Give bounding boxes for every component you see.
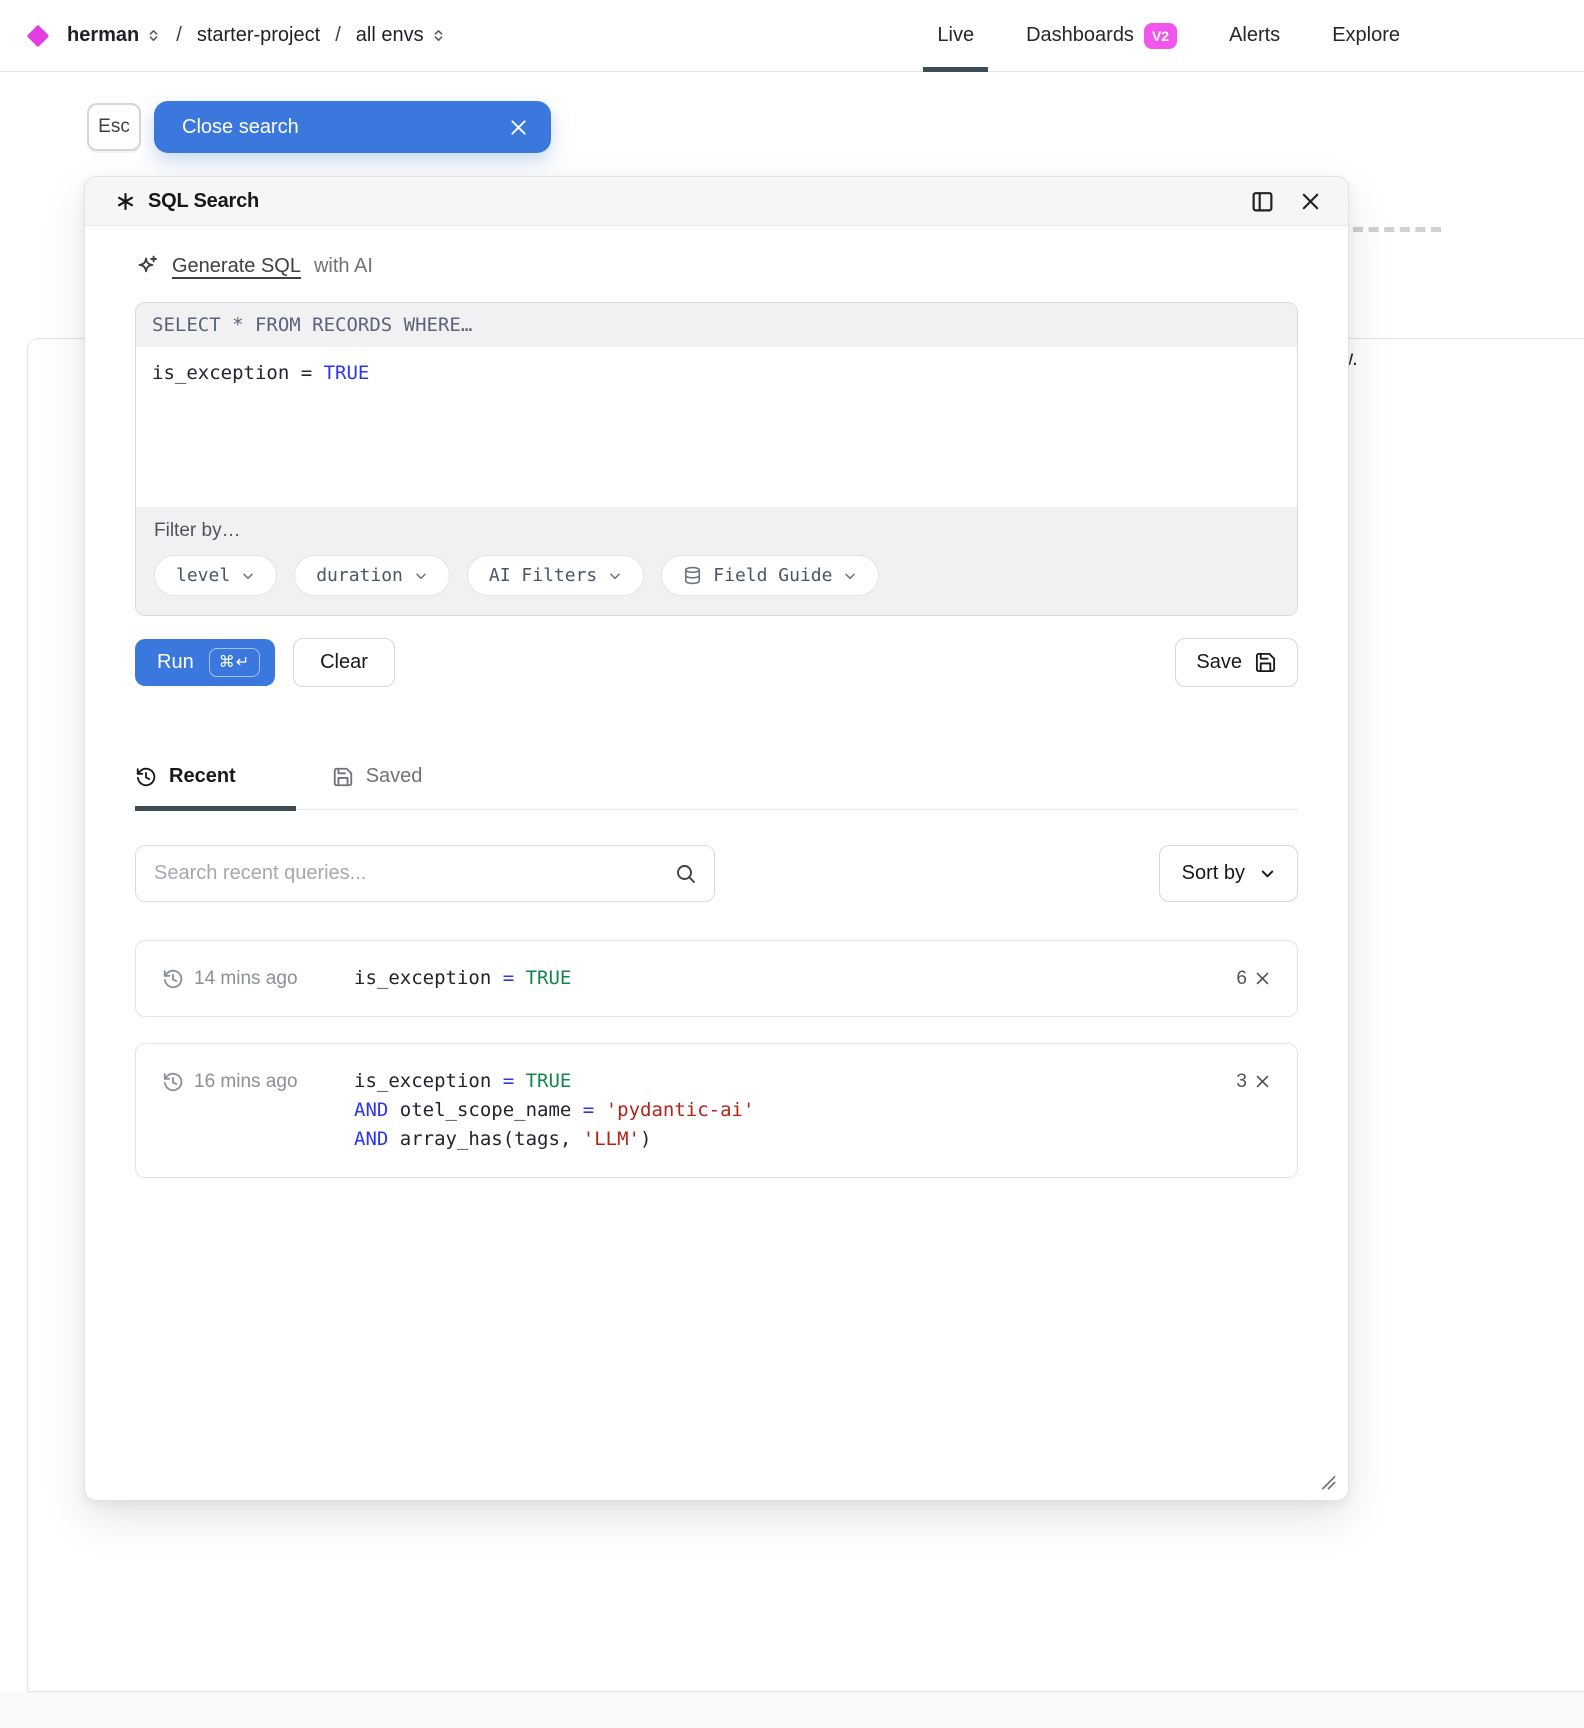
clear-button[interactable]: Clear bbox=[293, 638, 395, 687]
chevron-down-icon bbox=[843, 569, 857, 583]
run-button[interactable]: Run ⌘↵ bbox=[135, 639, 275, 687]
database-icon bbox=[683, 566, 702, 585]
modal-header: SQL Search bbox=[85, 177, 1348, 226]
org-name: herman bbox=[67, 24, 139, 47]
save-label: Save bbox=[1196, 651, 1242, 674]
nav-item-label: Dashboards bbox=[1026, 24, 1134, 47]
sort-by-button[interactable]: Sort by bbox=[1159, 845, 1298, 902]
editor-actions: Run ⌘↵ Clear Save bbox=[135, 638, 1298, 687]
search-icon bbox=[674, 862, 698, 886]
filter-pill-field-guide[interactable]: Field Guide bbox=[661, 555, 879, 596]
nav-item-live[interactable]: Live bbox=[937, 0, 974, 72]
nav-item-dashboards[interactable]: Dashboards V2 bbox=[1026, 0, 1177, 72]
filter-pill-ai-filters[interactable]: AI Filters bbox=[467, 555, 644, 596]
sql-editor-input[interactable]: is_exception = TRUE bbox=[136, 347, 1297, 507]
query-run-count: 3 bbox=[1236, 1071, 1247, 1093]
page-bottom-strip bbox=[0, 1692, 1584, 1728]
chevron-down-icon bbox=[608, 569, 622, 583]
query-timestamp: 14 mins ago bbox=[162, 964, 354, 993]
close-search-label: Close search bbox=[182, 116, 299, 139]
close-search-bar: Esc Close search bbox=[87, 101, 551, 153]
remove-icon bbox=[1254, 970, 1271, 987]
breadcrumb-separator: / bbox=[335, 24, 341, 47]
modal-title: SQL Search bbox=[148, 190, 259, 213]
generate-sql-row: Generate SQL with AI bbox=[135, 254, 1298, 278]
pill-label: level bbox=[176, 565, 230, 586]
sql-editor: SELECT * FROM RECORDS WHERE… is_exceptio… bbox=[135, 302, 1298, 616]
esc-keycap[interactable]: Esc bbox=[87, 103, 141, 151]
close-icon bbox=[508, 117, 529, 138]
background-dashed-line bbox=[1353, 227, 1441, 232]
breadcrumb: herman / starter-project / all envs bbox=[30, 24, 446, 47]
logfire-logo-icon[interactable] bbox=[27, 24, 50, 47]
generate-sql-link[interactable]: Generate SQL bbox=[172, 255, 301, 278]
nav-item-explore[interactable]: Explore bbox=[1332, 0, 1400, 72]
pill-label: duration bbox=[316, 565, 403, 586]
dock-panel-icon[interactable] bbox=[1250, 189, 1275, 214]
chevron-down-icon bbox=[241, 569, 255, 583]
history-icon bbox=[162, 1071, 184, 1093]
query-sql: is_exception = TRUE bbox=[354, 964, 1236, 993]
query-count-remove-button[interactable]: 6 bbox=[1236, 964, 1271, 993]
chevron-down-icon bbox=[1258, 864, 1277, 883]
save-floppy-icon bbox=[1254, 651, 1277, 674]
asterisk-icon bbox=[115, 191, 136, 212]
history-tabs: Recent Saved bbox=[135, 765, 1298, 810]
nav-item-label: Explore bbox=[1332, 24, 1400, 47]
query-timestamp: 16 mins ago bbox=[162, 1067, 354, 1096]
filter-pills: level duration AI Filters Field Guide bbox=[154, 555, 1279, 596]
tab-label: Saved bbox=[366, 765, 423, 788]
save-button[interactable]: Save bbox=[1175, 638, 1298, 687]
history-icon bbox=[162, 968, 184, 990]
close-search-button[interactable]: Close search bbox=[154, 101, 551, 153]
recent-search-input[interactable] bbox=[135, 845, 715, 902]
selector-chevrons-icon bbox=[431, 27, 446, 44]
sql-search-modal: SQL Search Generate SQL with AI SELECT *… bbox=[84, 176, 1349, 1501]
save-floppy-icon bbox=[332, 766, 354, 788]
recent-query-row[interactable]: 16 mins agois_exception = TRUEAND otel_s… bbox=[135, 1043, 1298, 1178]
pill-label: Field Guide bbox=[713, 565, 832, 586]
query-count-remove-button[interactable]: 3 bbox=[1236, 1067, 1271, 1096]
tab-label: Recent bbox=[169, 765, 236, 788]
top-navbar: herman / starter-project / all envs Live… bbox=[0, 0, 1584, 72]
nav-item-label: Live bbox=[937, 24, 974, 47]
env-name: all envs bbox=[356, 24, 424, 47]
sort-by-label: Sort by bbox=[1182, 862, 1245, 885]
run-label: Run bbox=[157, 651, 194, 674]
run-shortcut-keycap: ⌘↵ bbox=[209, 648, 260, 678]
recent-query-list: 14 mins agois_exception = TRUE6 16 mins a… bbox=[135, 940, 1298, 1178]
close-modal-icon[interactable] bbox=[1299, 190, 1322, 213]
chevron-down-icon bbox=[414, 569, 428, 583]
project-name: starter-project bbox=[197, 24, 320, 47]
resize-handle[interactable] bbox=[1320, 1474, 1337, 1491]
project-link[interactable]: starter-project bbox=[197, 24, 320, 47]
org-switcher[interactable]: herman bbox=[67, 24, 161, 47]
recent-toolbar: Sort by bbox=[135, 845, 1298, 902]
tab-recent[interactable]: Recent bbox=[135, 765, 296, 809]
recent-search-box bbox=[135, 845, 715, 902]
query-sql: is_exception = TRUEAND otel_scope_name =… bbox=[354, 1067, 1236, 1154]
selector-chevrons-icon bbox=[146, 27, 161, 44]
pill-label: AI Filters bbox=[489, 565, 597, 586]
ai-sparkle-icon bbox=[135, 254, 159, 278]
history-icon bbox=[135, 766, 157, 788]
sql-editor-placeholder: SELECT * FROM RECORDS WHERE… bbox=[136, 303, 1297, 347]
tab-saved[interactable]: Saved bbox=[332, 765, 483, 809]
modal-body: Generate SQL with AI SELECT * FROM RECOR… bbox=[85, 226, 1348, 1500]
filter-pill-duration[interactable]: duration bbox=[294, 555, 450, 596]
filter-by-label: Filter by… bbox=[154, 520, 1279, 542]
nav-item-alerts[interactable]: Alerts bbox=[1229, 0, 1280, 72]
generate-sql-suffix: with AI bbox=[314, 255, 373, 278]
filter-pill-level[interactable]: level bbox=[154, 555, 277, 596]
main-nav: Live Dashboards V2 Alerts Explore bbox=[937, 0, 1400, 72]
remove-icon bbox=[1254, 1073, 1271, 1090]
nav-item-label: Alerts bbox=[1229, 24, 1280, 47]
recent-query-row[interactable]: 14 mins agois_exception = TRUE6 bbox=[135, 940, 1298, 1017]
env-switcher[interactable]: all envs bbox=[356, 24, 446, 47]
filter-section: Filter by… level duration AI Filters Field … bbox=[136, 507, 1297, 615]
v2-badge: V2 bbox=[1144, 23, 1177, 49]
query-run-count: 6 bbox=[1236, 968, 1247, 990]
breadcrumb-separator: / bbox=[176, 24, 182, 47]
